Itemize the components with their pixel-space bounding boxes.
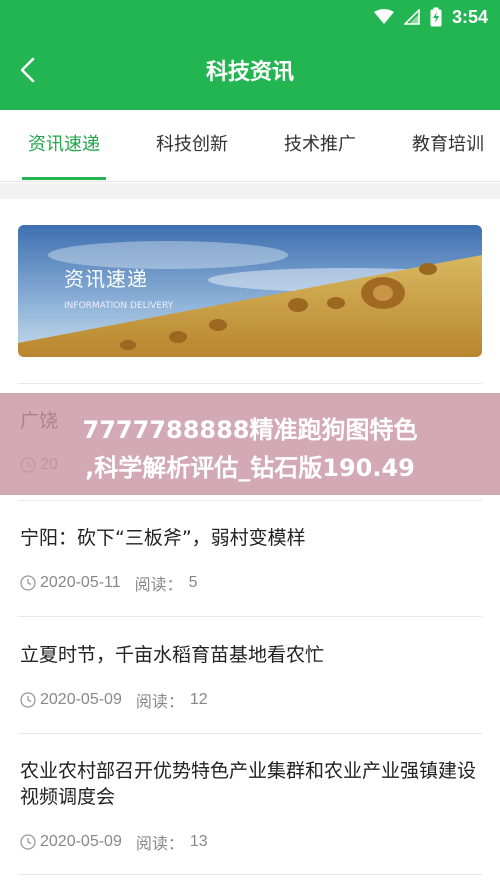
article-date: 2020-05-09 <box>40 691 122 708</box>
tab-education-training[interactable]: 教育培训 <box>406 110 490 182</box>
section-gap <box>0 183 500 199</box>
wifi-icon <box>373 9 394 25</box>
page-title: 科技资讯 <box>205 60 294 85</box>
banner-title: 资讯速递 <box>64 267 148 291</box>
signal-icon <box>403 9 420 25</box>
article-date: 2020-05-09 <box>40 833 122 850</box>
read-count-label: 阅读： <box>134 575 183 594</box>
divider <box>18 874 482 875</box>
read-count-label: 阅读： <box>135 692 184 711</box>
read-count: 5 <box>188 574 198 591</box>
news-banner[interactable]: 资讯速递 INFORMATION DELIVERY <box>18 225 482 357</box>
divider <box>18 500 482 501</box>
tab-bar: 资讯速递 科技创新 技术推广 教育培训 <box>0 110 500 182</box>
tab-tech-innovation[interactable]: 科技创新 <box>150 110 234 182</box>
ad-overlay-line-1: 7777788888精准跑狗图特色 <box>82 416 418 444</box>
article-meta: 2020-05-09 阅读： 12 <box>20 688 208 712</box>
clock-icon <box>20 834 36 850</box>
tab-tech-promotion[interactable]: 技术推广 <box>278 110 362 182</box>
divider <box>18 383 482 384</box>
article-meta: 2020-05-09 阅读： 13 <box>20 830 208 854</box>
article-title[interactable]: 立夏时节，千亩水稻育苗基地看农忙 <box>20 642 480 668</box>
active-tab-indicator <box>22 177 106 180</box>
read-count: 13 <box>189 833 208 850</box>
battery-icon <box>430 7 442 27</box>
divider <box>18 616 482 617</box>
status-bar: 3:54 <box>373 0 500 34</box>
article-title[interactable]: 宁阳：砍下“三板斧”，弱村变模样 <box>20 525 480 551</box>
article-meta: 2020-05-11 阅读： 5 <box>20 571 198 595</box>
clock-icon <box>20 575 36 591</box>
read-count: 12 <box>189 691 208 708</box>
read-count-label: 阅读： <box>135 834 184 853</box>
banner-subtitle: INFORMATION DELIVERY <box>64 301 174 311</box>
ad-overlay-line-2: ,科学解析评估_钻石版190.49 <box>85 454 415 482</box>
status-time: 3:54 <box>451 6 488 27</box>
tab-news-express[interactable]: 资讯速递 <box>22 110 106 182</box>
article-date: 2020-05-11 <box>40 574 121 591</box>
clock-icon <box>20 692 36 708</box>
divider <box>18 733 482 734</box>
article-title[interactable]: 农业农村部召开优势特色产业集群和农业产业强镇建设视频调度会 <box>20 758 480 810</box>
ad-overlay[interactable]: 7777788888精准跑狗图特色 ,科学解析评估_钻石版190.49 <box>0 393 500 495</box>
